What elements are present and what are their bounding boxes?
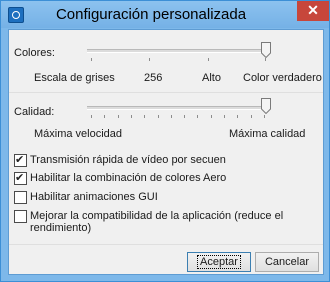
- slider-tick: [130, 115, 132, 118]
- colores-tick-label: Color verdadero: [243, 72, 322, 84]
- gui-animations-checkbox[interactable]: [14, 191, 27, 204]
- close-button[interactable]: ✕: [297, 1, 329, 21]
- dialog-window: Configuración personalizada ✕ Colores: E…: [0, 0, 330, 282]
- slider-tick: [170, 115, 172, 118]
- accept-button-label: Aceptar: [197, 255, 241, 269]
- fast-video-streaming-label: Transmisión rápida de vídeo por secuen: [30, 154, 226, 166]
- app-compatibility-checkbox[interactable]: [14, 210, 27, 223]
- slider-tick: [117, 115, 119, 118]
- fast-video-streaming-checkbox[interactable]: [14, 153, 27, 167]
- slider-tick: [208, 58, 209, 61]
- close-icon: ✕: [307, 2, 319, 18]
- colores-tick-label: Escala de grises: [34, 72, 115, 84]
- cancel-button[interactable]: Cancelar: [255, 252, 319, 272]
- slider-tick: [210, 115, 212, 118]
- slider-tick: [197, 115, 199, 118]
- window-title: Configuración personalizada: [55, 6, 247, 23]
- slider-tick: [263, 115, 265, 118]
- slider-tick: [91, 58, 92, 61]
- aero-color-scheme-checkbox[interactable]: [14, 171, 27, 185]
- calidad-slider-track[interactable]: [87, 106, 269, 110]
- slider-tick: [104, 115, 106, 118]
- slider-tick: [91, 115, 92, 118]
- slider-tick: [184, 115, 186, 118]
- calidad-label: Calidad:: [14, 106, 55, 118]
- slider-tick: [237, 115, 239, 118]
- slider-tick: [250, 115, 252, 118]
- calidad-slider-thumb[interactable]: [261, 98, 271, 114]
- colores-slider-track[interactable]: [87, 49, 269, 53]
- calidad-right-label: Máxima calidad: [229, 128, 306, 140]
- app-compatibility-label: Mejorar la compatibilidad de la aplicaci…: [30, 210, 284, 222]
- colores-label: Colores:: [14, 47, 55, 59]
- title-bar: Configuración personalizada ✕: [1, 1, 329, 28]
- colores-slider-thumb[interactable]: [261, 42, 271, 58]
- colores-tick-label: Alto: [202, 72, 221, 84]
- divider: [9, 244, 323, 245]
- colores-tick-label: 256: [144, 72, 163, 84]
- gui-animations-label: Habilitar animaciones GUI: [30, 191, 158, 203]
- slider-tick: [265, 58, 266, 61]
- calidad-left-label: Máxima velocidad: [34, 128, 123, 140]
- slider-tick: [149, 58, 150, 61]
- slider-tick: [144, 115, 146, 118]
- slider-tick: [157, 115, 159, 118]
- dialog-body: Colores: Escala de grises 256 Alto Color…: [8, 29, 324, 275]
- aero-color-scheme-label: Habilitar la combinación de colores Aero: [30, 172, 227, 184]
- app-compatibility-label-line2: rendimiento): [30, 222, 92, 234]
- slider-tick: [224, 115, 225, 118]
- divider: [9, 92, 323, 93]
- accept-button[interactable]: Aceptar: [187, 252, 251, 272]
